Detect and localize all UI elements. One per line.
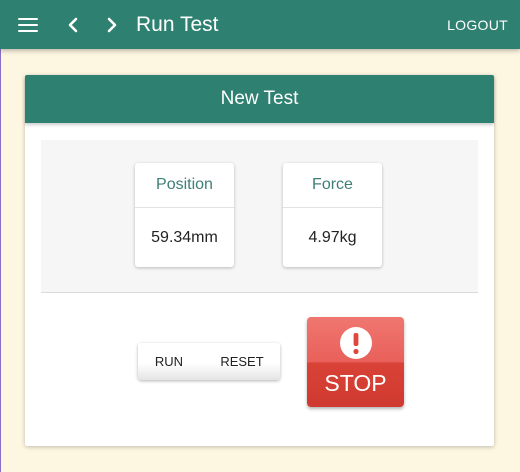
- chevron-left-icon[interactable]: [63, 15, 83, 35]
- reset-button[interactable]: RESET: [210, 343, 274, 380]
- new-test-card: New Test Position 59.34mm Force 4.97kg R…: [25, 75, 494, 446]
- window-edge: [0, 0, 1, 472]
- run-reset-button-group: RUN RESET: [138, 343, 280, 380]
- stop-button[interactable]: STOP: [307, 317, 404, 407]
- logout-button[interactable]: LOGOUT: [447, 16, 508, 34]
- page-title: Run Test: [136, 13, 219, 36]
- chevron-right-icon[interactable]: [102, 15, 122, 35]
- position-reading: Position 59.34mm: [135, 163, 234, 267]
- exclamation-circle-icon: [340, 327, 372, 359]
- position-value: 59.34mm: [151, 229, 218, 246]
- force-value: 4.97kg: [308, 229, 357, 246]
- force-reading: Force 4.97kg: [283, 163, 382, 267]
- force-label: Force: [283, 163, 382, 208]
- app-bar: Run Test LOGOUT: [0, 0, 520, 49]
- hamburger-menu-icon[interactable]: [18, 17, 38, 33]
- card-title: New Test: [25, 75, 494, 123]
- readings-panel: Position 59.34mm Force 4.97kg: [41, 140, 478, 293]
- run-button[interactable]: RUN: [144, 343, 194, 380]
- stop-label: STOP: [324, 370, 387, 396]
- position-label: Position: [135, 163, 234, 208]
